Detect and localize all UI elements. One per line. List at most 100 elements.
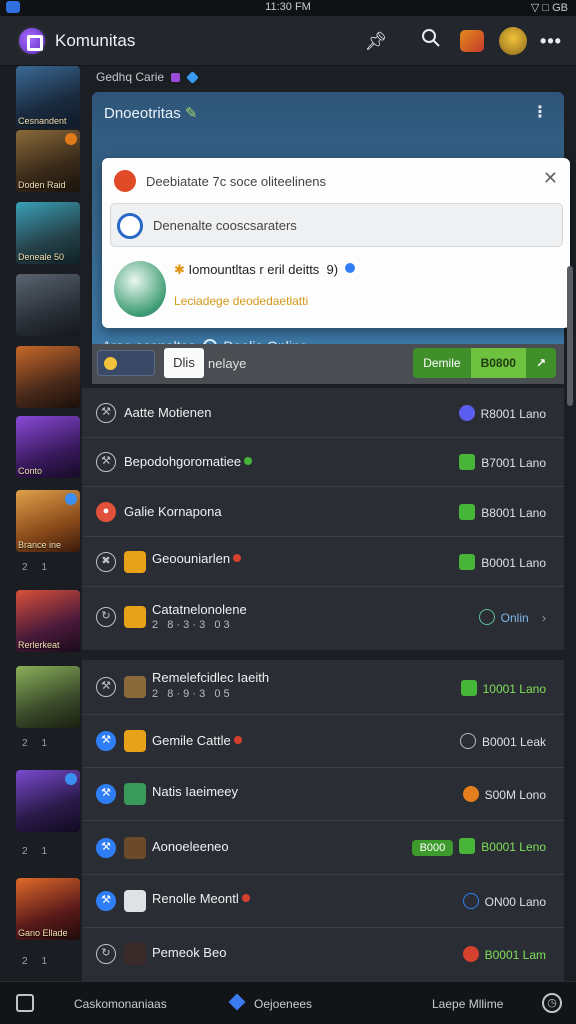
clock-icon[interactable]: ◷: [542, 993, 562, 1013]
dialog-header: Deebiatate 7c soce oliteelinens: [114, 170, 554, 194]
wrench-icon: ⚒: [96, 452, 116, 472]
scrollbar[interactable]: [566, 66, 574, 981]
game-thumb-icon: [124, 730, 146, 752]
game-thumb-icon: [124, 783, 146, 805]
check-icon: [460, 680, 477, 696]
wrench-icon: ⚒: [96, 677, 116, 697]
status-icon: [458, 405, 475, 421]
circle-icon: [117, 213, 143, 239]
game-thumb-icon: [124, 676, 146, 698]
refresh-icon: ↻: [96, 607, 116, 627]
filter-button-group: Demile B0800 ↗: [413, 348, 556, 378]
status-time: 11:30 FM: [265, 1, 311, 13]
bottom-nav: Caskomonaniaas Oejoenees Laepe Mllime ◷: [0, 981, 576, 1024]
verified-icon: [65, 773, 77, 785]
list-item[interactable]: ⚒ Gemile Cattle B0001 Leak: [82, 715, 564, 768]
info-icon: [462, 893, 479, 909]
more-options-icon[interactable]: •••: [538, 28, 564, 54]
wrench-icon: ⚒: [96, 403, 116, 423]
chevron-right-icon: ›: [542, 611, 546, 625]
game-thumbnail-rail: Cesnandent Doden Raid Deneale 50 Conto B…: [0, 66, 82, 981]
tag-icon: [171, 73, 181, 83]
game-thumb[interactable]: Rerlerkeat: [16, 590, 80, 652]
nav-right[interactable]: Laepe Mllime: [432, 997, 503, 1011]
filter-button-3[interactable]: ↗: [525, 348, 556, 378]
verified-icon: [65, 493, 77, 505]
list-item[interactable]: ⚒ Natis Iaeimeey S00M Lono: [82, 768, 564, 821]
app-logo-icon[interactable]: [17, 26, 47, 56]
game-thumb-icon: [124, 606, 146, 628]
dialog-item-subtitle: Leciadege deodedaetlatti: [174, 294, 309, 308]
game-icon: ●: [96, 502, 116, 522]
list-item[interactable]: ↻ Catatnelonolene 2 8 · 3 · 3 0 3 Onlin …: [82, 587, 564, 650]
badge-icon: [65, 133, 77, 145]
main-content: Gedhq Carie Dnoeotritas ✎ ⋮ Deebiatate 7…: [82, 66, 570, 981]
community-logo: [114, 261, 166, 317]
game-thumb[interactable]: [16, 274, 80, 336]
user-avatar[interactable]: [499, 27, 527, 55]
status-pill: B000: [411, 840, 454, 856]
game-thumb[interactable]: Brance ine: [16, 490, 80, 552]
check-icon: [459, 504, 476, 520]
list-item[interactable]: ● Galie Kornapona B8001 Lano: [82, 487, 564, 537]
game-thumb[interactable]: [16, 346, 80, 408]
game-thumb[interactable]: Gano Ellade: [16, 878, 80, 940]
dialog-title: Deebiatate 7c soce oliteelinens: [146, 174, 326, 189]
members-card-2: ⚒ Remelefcidlec Iaeith 2 8 · 9 · 3 0 5 1…: [82, 660, 564, 981]
check-icon: [459, 838, 476, 854]
diamond-icon: [228, 993, 246, 1011]
filter-bar: Dlis nelaye Demile B0800 ↗: [92, 344, 564, 384]
tool-icon: ⚒: [96, 784, 116, 804]
rail-count: 2 1: [22, 846, 48, 857]
scrollbar-thumb[interactable]: [567, 266, 573, 406]
list-item[interactable]: ⚒ Aonoeleeneo B000 B0001 Leno: [82, 821, 564, 875]
game-thumb-icon: [124, 943, 146, 965]
list-item[interactable]: ⚒ Bepodohgoromatiee B7001 Lano: [82, 438, 564, 487]
status-icon: [462, 946, 479, 962]
cross-icon: ✖: [96, 552, 116, 572]
more-vertical-icon[interactable]: ⋮: [532, 102, 548, 122]
online-icon: [478, 609, 495, 625]
filter-label: nelaye: [208, 356, 247, 371]
pin-icon[interactable]: 📌︎: [363, 28, 389, 54]
game-thumb[interactable]: Cesnandent: [16, 66, 80, 128]
list-item[interactable]: ↻ Pemeok Beo B0001 Lam: [82, 928, 564, 981]
rail-count: 2 1: [22, 738, 48, 749]
game-shop-icon[interactable]: [460, 30, 484, 52]
home-icon[interactable]: [16, 994, 34, 1012]
list-item[interactable]: ⚒ Remelefcidlec Iaeith 2 8 · 9 · 3 0 5 1…: [82, 660, 564, 715]
list-item[interactable]: ⚒ Renolle Meontl ON00 Lano: [82, 875, 564, 928]
filter-button-2[interactable]: B0800: [470, 348, 526, 378]
game-thumb[interactable]: Deneale 50: [16, 202, 80, 264]
community-title: Dnoeotritas ✎: [104, 105, 198, 122]
game-thumb[interactable]: Conto: [16, 416, 80, 478]
game-thumb[interactable]: [16, 666, 80, 728]
breadcrumb-label: Gedhq Carie: [96, 70, 165, 84]
diamond-icon: [185, 71, 199, 85]
filter-chip[interactable]: [97, 350, 155, 376]
popup-dialog: Deebiatate 7c soce oliteelinens ✕ Denena…: [102, 158, 570, 328]
check-icon: [459, 454, 476, 470]
rail-count: 2 1: [22, 562, 48, 573]
game-thumb-icon: [124, 837, 146, 859]
nav-middle[interactable]: Oejoenees: [254, 997, 312, 1011]
dialog-field-text: Denenalte cooscsaraters: [153, 218, 297, 233]
breadcrumb: Gedhq Carie: [96, 70, 199, 85]
list-item[interactable]: ⚒ Aatte Motienen R8001 Lano: [82, 388, 564, 438]
community-header: Dnoeotritas ✎ ⋮ Deebiatate 7c soce olite…: [92, 92, 570, 354]
search-icon[interactable]: [418, 28, 444, 54]
filter-input[interactable]: Dlis: [164, 348, 204, 378]
game-thumb[interactable]: Doden Raid: [16, 130, 80, 192]
list-item[interactable]: ✖ Geoouniarlen B0001 Lano: [82, 537, 564, 587]
game-thumb[interactable]: [16, 770, 80, 832]
members-card-1: ⚒ Aatte Motienen R8001 Lano ⚒ Bepodohgor…: [82, 388, 564, 650]
dialog-item-title[interactable]: ✱ Iomountltas r eril deitts 9): [174, 262, 355, 278]
status-bar: 11:30 FM ▽ □ GB: [0, 0, 576, 16]
filter-button-1[interactable]: Demile: [413, 348, 471, 378]
game-thumb-icon: [124, 890, 146, 912]
nav-communities[interactable]: Caskomonaniaas: [74, 997, 167, 1011]
refresh-icon: ↻: [96, 944, 116, 964]
dialog-field[interactable]: Denenalte cooscsaraters: [110, 203, 563, 247]
tool-icon: ⚒: [96, 891, 116, 911]
close-icon[interactable]: ✕: [543, 168, 558, 189]
